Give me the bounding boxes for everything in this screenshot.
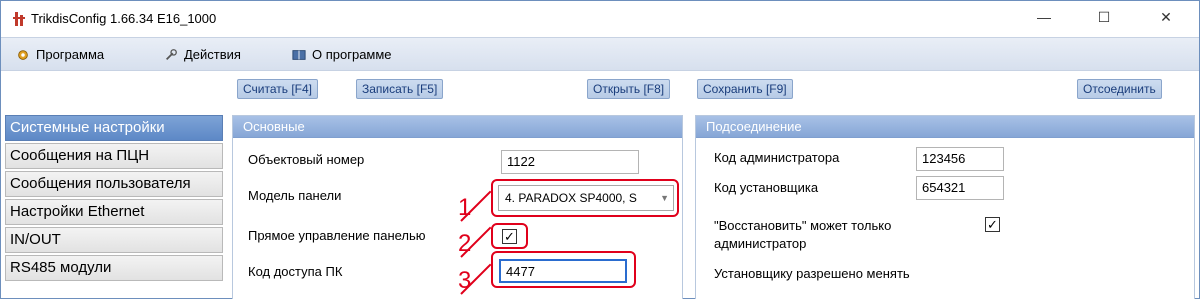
restore-label-line1: "Восстановить" может только (714, 218, 892, 233)
connection-panel: Подсоединение Код администратора 123456 … (695, 115, 1195, 299)
installer-code-field[interactable]: 654321 (916, 176, 1004, 200)
write-button[interactable]: Записать [F5] (356, 79, 444, 99)
book-icon (292, 49, 306, 60)
app-logo-icon (13, 12, 25, 26)
minimize-button[interactable]: — (1021, 1, 1067, 33)
direct-control-label: Прямое управление панелью (248, 228, 426, 243)
object-number-field[interactable]: 1122 (501, 150, 639, 174)
menu-about[interactable]: О программе (291, 47, 392, 62)
sidebar-item-in-out[interactable]: IN/OUT (5, 227, 223, 253)
sidebar-item-system-settings[interactable]: Системные настройки (5, 115, 223, 141)
window-title: TrikdisConfig 1.66.34 E16_1000 (31, 11, 217, 26)
sidebar-item-rs485-modules[interactable]: RS485 модули (5, 255, 223, 281)
panel-model-label: Модель панели (248, 188, 342, 203)
sidebar-item-ethernet-settings[interactable]: Настройки Ethernet (5, 199, 223, 225)
callout-box-1 (491, 179, 679, 217)
open-button[interactable]: Открыть [F8] (587, 79, 671, 99)
restore-checkbox[interactable]: ✓ (985, 217, 1000, 232)
save-button[interactable]: Сохранить [F9] (697, 79, 793, 99)
toolbar: Считать [F4] Записать [F5] Открыть [F8] … (1, 72, 1199, 110)
sidebar: Системные настройки Сообщения на ПЦН Соо… (5, 115, 223, 283)
menu-bar: Программа Действия О программе (1, 37, 1199, 71)
callout-box-3 (491, 251, 636, 288)
menu-actions[interactable]: Действия (163, 47, 241, 62)
connection-panel-header: Подсоединение (696, 116, 1194, 138)
restore-label-line2: администратор (714, 236, 807, 251)
admin-code-field[interactable]: 123456 (916, 147, 1004, 171)
object-number-label: Объектовый номер (248, 152, 365, 167)
sidebar-item-user-messages[interactable]: Сообщения пользователя (5, 171, 223, 197)
app-window: TrikdisConfig 1.66.34 E16_1000 — ☐ ✕ Про… (0, 0, 1200, 299)
close-button[interactable]: ✕ (1143, 1, 1189, 33)
pc-code-label: Код доступа ПК (248, 264, 343, 279)
title-bar: TrikdisConfig 1.66.34 E16_1000 — ☐ ✕ (1, 1, 1199, 37)
maximize-button[interactable]: ☐ (1081, 1, 1127, 33)
callout-box-2 (491, 223, 528, 249)
menu-program[interactable]: Программа (15, 47, 104, 62)
menu-actions-label: Действия (184, 47, 241, 62)
sidebar-item-cms-messages[interactable]: Сообщения на ПЦН (5, 143, 223, 169)
admin-code-label: Код администратора (714, 150, 840, 165)
disconnect-button[interactable]: Отсоединить (1077, 79, 1162, 99)
menu-program-label: Программа (36, 47, 105, 62)
main-panel-header: Основные (233, 116, 682, 138)
read-button[interactable]: Считать [F4] (237, 79, 319, 99)
installer-code-label: Код установщика (714, 180, 819, 195)
installer-allowed-label: Установщику разрешено менять (714, 266, 910, 281)
gear-icon (18, 49, 28, 60)
menu-about-label: О программе (312, 47, 392, 62)
wrench-icon (166, 48, 177, 60)
